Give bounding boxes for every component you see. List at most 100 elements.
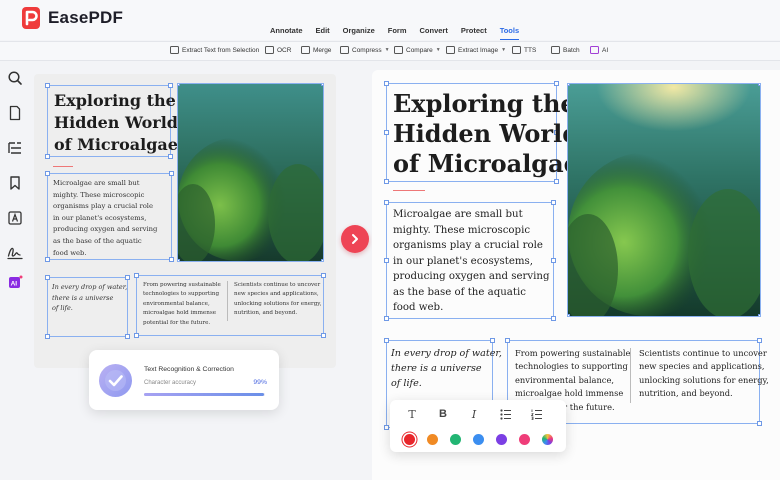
batch-label: Batch [563, 46, 580, 54]
batch-icon [551, 46, 560, 54]
extract-image-label: Extract Image [458, 46, 499, 54]
column2-line: Scientists continue to uncover [234, 282, 321, 288]
search-icon[interactable] [7, 70, 23, 86]
left-sidebar: AI [0, 62, 30, 480]
batch-button[interactable]: Batch [551, 46, 580, 54]
column2-line: new species and applications, [234, 291, 319, 298]
column-divider [227, 281, 228, 321]
color-swatch[interactable] [519, 434, 530, 445]
text-field-icon[interactable] [7, 210, 23, 226]
column2-line: unlocking solutions for energy, [639, 374, 769, 385]
intro-text[interactable]: Microalgae are small but mighty. These m… [393, 207, 550, 316]
microalgae-image[interactable] [567, 83, 761, 317]
tools-toolbar: Extract Text from Selection OCR Merge Co… [0, 41, 780, 61]
bullet-list-icon[interactable] [500, 409, 512, 420]
tts-label: TTS [524, 46, 537, 54]
ai-label: AI [602, 46, 609, 54]
check-badge-icon [99, 364, 132, 397]
ocr-button[interactable]: OCR [265, 46, 291, 54]
bold-icon[interactable]: B [435, 408, 451, 420]
extract-image-dropdown[interactable]: Extract Image ▼ [446, 46, 506, 54]
color-swatch-selected[interactable] [404, 434, 415, 445]
page-icon[interactable] [7, 105, 23, 121]
ocr-accuracy-card: Text Recognition & Correction Character … [89, 350, 279, 410]
column2-line: nutrition, and beyond. [234, 310, 298, 317]
menu-organize[interactable]: Organize [343, 26, 375, 35]
intro-line: as the base of the aquatic [393, 286, 526, 298]
text-format-toolbar: T B I [390, 400, 566, 452]
quote-text: In every drop of water, there is a unive… [52, 282, 127, 314]
numbered-list-icon[interactable] [531, 409, 543, 420]
column1-line: From powering sustainable [515, 348, 631, 358]
quote-line: of life. [52, 304, 73, 312]
quote-line: In every drop of water, [52, 283, 128, 291]
ai-icon [590, 46, 599, 54]
accuracy-label: Character accuracy [144, 380, 197, 386]
intro-line: food web. [393, 302, 444, 313]
chevron-down-icon: ▼ [501, 47, 507, 53]
extract-text-button[interactable]: Extract Text from Selection [170, 46, 259, 54]
title-text: Exploring the Hidden World of Microalgae [54, 90, 178, 156]
title-line: of Microalgae [393, 149, 579, 178]
title-text[interactable]: Exploring the Hidden World of Microalgae [393, 89, 579, 179]
quote-line: there is a universe [52, 293, 114, 302]
merge-label: Merge [313, 46, 332, 54]
column2-line: unlocking solutions for energy, [234, 300, 322, 307]
convert-arrow-button[interactable] [341, 225, 369, 253]
color-swatch[interactable] [450, 434, 461, 445]
compress-label: Compress [352, 46, 382, 54]
ai-assistant-icon[interactable]: AI [7, 274, 23, 290]
column2-text[interactable]: Scientists continue to uncover new speci… [639, 347, 769, 401]
title-line: Exploring the [54, 91, 176, 110]
menu-form[interactable]: Form [388, 26, 407, 35]
column2-text: Scientists continue to uncover new speci… [234, 281, 321, 319]
custom-color-swatch[interactable] [542, 434, 553, 445]
bookmark-icon[interactable] [7, 175, 23, 191]
intro-line: producing oxygen and serving [53, 225, 158, 234]
outline-icon[interactable] [7, 140, 23, 156]
column1-line: From powering sustainable [143, 282, 221, 288]
italic-icon[interactable]: I [466, 408, 482, 421]
menu-protect[interactable]: Protect [461, 26, 487, 35]
merge-button[interactable]: Merge [301, 46, 331, 54]
column1-line: potential for the future. [143, 319, 211, 326]
accuracy-progress-bar [144, 393, 265, 396]
color-swatch[interactable] [496, 434, 507, 445]
quote-text[interactable]: In every drop of water, there is a unive… [391, 346, 502, 391]
intro-line: in our planet's ecosystems, [393, 255, 533, 267]
column1-text: From powering sustainable technologies t… [143, 281, 221, 328]
microalgae-photo [178, 84, 323, 261]
column-divider [630, 348, 631, 403]
ai-button[interactable]: AI [590, 46, 608, 54]
menu-convert[interactable]: Convert [420, 26, 448, 35]
compare-dropdown[interactable]: Compare ▼ [394, 46, 441, 54]
signature-icon[interactable] [7, 244, 23, 260]
quote-line: of life. [391, 378, 422, 389]
column1-line: technologies to supporting [515, 361, 628, 372]
merge-icon [301, 46, 310, 54]
menu-annotate[interactable]: Annotate [270, 26, 303, 35]
menu-edit[interactable]: Edit [316, 26, 330, 35]
title-line: Exploring the [393, 89, 576, 118]
main-menu: Annotate Edit Organize Form Convert Prot… [270, 26, 532, 40]
color-swatch[interactable] [427, 434, 438, 445]
column1-line: technologies to supporting [143, 291, 220, 298]
intro-line: mighty. These microscopic [393, 224, 531, 236]
chevron-down-icon: ▼ [384, 47, 390, 53]
title-line: of Microalgae [54, 135, 178, 154]
column1-line: environmental balance, [515, 374, 614, 385]
title-line: Hidden World [393, 119, 579, 148]
accuracy-value: 99% [253, 379, 267, 386]
accuracy-progress-fill [144, 393, 264, 396]
tts-button[interactable]: TTS [512, 46, 536, 54]
color-swatch[interactable] [473, 434, 484, 445]
column2-line: Scientists continue to uncover [639, 348, 767, 358]
chevron-right-icon [352, 234, 358, 244]
text-icon[interactable]: T [404, 408, 420, 421]
app-logo[interactable]: EasePDF [22, 7, 123, 29]
easepdf-logo-icon [22, 7, 40, 29]
microalgae-image[interactable] [177, 83, 324, 262]
menu-tools[interactable]: Tools [499, 26, 520, 40]
compress-dropdown[interactable]: Compress ▼ [340, 46, 390, 54]
extract-text-label: Extract Text from Selection [182, 46, 260, 54]
